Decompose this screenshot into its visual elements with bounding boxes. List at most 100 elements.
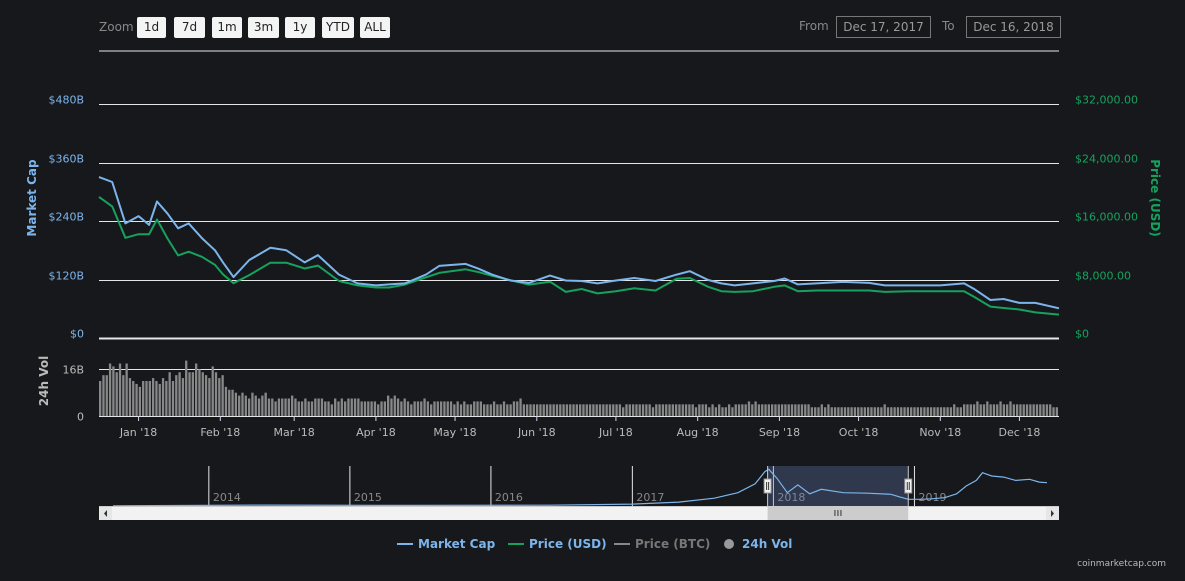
vol-bar <box>489 404 492 416</box>
vol-bar <box>529 404 532 416</box>
vol-bar <box>847 407 850 416</box>
vol-bar <box>433 401 436 416</box>
vol-bar <box>767 404 770 416</box>
vol-bar <box>976 401 979 416</box>
vol-bar <box>737 404 741 416</box>
vol-bar <box>334 398 337 416</box>
vol-bar <box>499 404 502 416</box>
legend-item-market-cap[interactable]: Market Cap <box>397 537 496 551</box>
vol-bar <box>1032 404 1035 416</box>
vol-bar <box>363 401 367 416</box>
vol-bar <box>675 404 678 416</box>
vol-bar <box>198 369 201 416</box>
vol-bar <box>357 398 360 416</box>
vol-bar <box>545 404 549 416</box>
vol-bar <box>1029 404 1032 416</box>
vol-bar <box>426 401 430 416</box>
vol-bar <box>473 401 476 416</box>
right-axis-tick: $16,000.00 <box>1075 211 1138 224</box>
vol-bar <box>1006 404 1009 416</box>
vol-bar <box>320 398 324 416</box>
vol-bar <box>406 401 410 416</box>
vol-bar <box>456 401 459 416</box>
vol-bar <box>294 398 297 416</box>
vol-bar <box>784 404 787 416</box>
vol-bar <box>542 404 545 416</box>
vol-bar <box>327 401 330 416</box>
vol-bar <box>191 372 194 416</box>
scrollbar-track[interactable] <box>99 507 1059 520</box>
vol-bar <box>867 407 870 416</box>
vol-bar <box>833 407 837 416</box>
vol-bar <box>631 404 635 416</box>
vol-bar <box>936 407 939 416</box>
x-tick-label: Apr '18 <box>356 426 396 439</box>
vol-bar <box>797 404 800 416</box>
vol-bar <box>658 404 661 416</box>
legend-item-24h-vol[interactable]: 24h Vol <box>724 537 792 551</box>
vol-bar <box>459 404 463 416</box>
vol-bar <box>453 404 456 416</box>
vol-bar <box>883 404 886 416</box>
vol-bar <box>880 407 883 416</box>
vol-bar <box>466 404 469 416</box>
vol-bar <box>483 404 486 416</box>
vol-bar <box>281 398 284 416</box>
legend-label: Market Cap <box>418 537 496 551</box>
vol-bar <box>284 398 287 416</box>
navigator-right-handle[interactable] <box>904 478 913 494</box>
legend-item-price-usd[interactable]: Price (USD) <box>508 537 607 551</box>
vol-bar <box>1019 404 1022 416</box>
navigator-left-handle[interactable] <box>763 478 772 494</box>
vol-bar <box>377 404 380 416</box>
legend-label: 24h Vol <box>742 537 792 551</box>
vol-bar <box>178 372 181 416</box>
vol-bar <box>132 381 135 416</box>
vol-bar <box>387 395 390 416</box>
vol-bar <box>870 407 873 416</box>
vol-bar <box>502 401 506 416</box>
vol-bar <box>161 378 165 416</box>
vol-bar <box>873 407 876 416</box>
vol-bar <box>820 404 823 416</box>
vol-bar <box>933 407 936 416</box>
x-tick-label: Mar '18 <box>274 426 315 439</box>
left-axis-tick: $120B <box>48 270 84 283</box>
vol-bar <box>701 404 704 416</box>
left-axis-tick: $0 <box>70 328 84 341</box>
vol-bar <box>612 404 615 416</box>
vol-bar <box>780 404 784 416</box>
vol-bar <box>694 407 698 416</box>
vol-bar <box>953 404 956 416</box>
vol-bar <box>751 404 754 416</box>
vol-bar <box>913 407 916 416</box>
navigator-selected-range[interactable] <box>767 466 909 506</box>
vol-bar <box>857 407 860 416</box>
vol-bar <box>605 404 608 416</box>
vol-bar <box>860 407 863 416</box>
vol-bar <box>138 386 142 416</box>
vol-bar <box>638 404 641 416</box>
vol-bar <box>688 404 691 416</box>
x-tick-label: Jul '18 <box>598 426 633 439</box>
vol-bar <box>211 366 214 416</box>
vol-bar <box>446 401 449 416</box>
vol-bar <box>423 398 426 416</box>
vol-bar <box>823 407 827 416</box>
vol-bar <box>128 378 132 416</box>
vol-bar <box>598 404 602 416</box>
navigator-year-label: 2014 <box>213 491 241 504</box>
vol-bar <box>906 407 910 416</box>
vol-bar <box>817 407 820 416</box>
vol-bar <box>727 404 731 416</box>
vol-bar <box>393 395 396 416</box>
vol-bar <box>565 404 569 416</box>
legend-item-price-btc[interactable]: Price (BTC) <box>614 537 710 551</box>
vol-bar <box>118 363 122 416</box>
vol-bar <box>790 404 794 416</box>
vol-bar <box>380 401 383 416</box>
vol-bar <box>708 407 711 416</box>
vol-bar <box>910 407 913 416</box>
vol-bar <box>678 404 681 416</box>
vol-bar <box>195 363 198 416</box>
